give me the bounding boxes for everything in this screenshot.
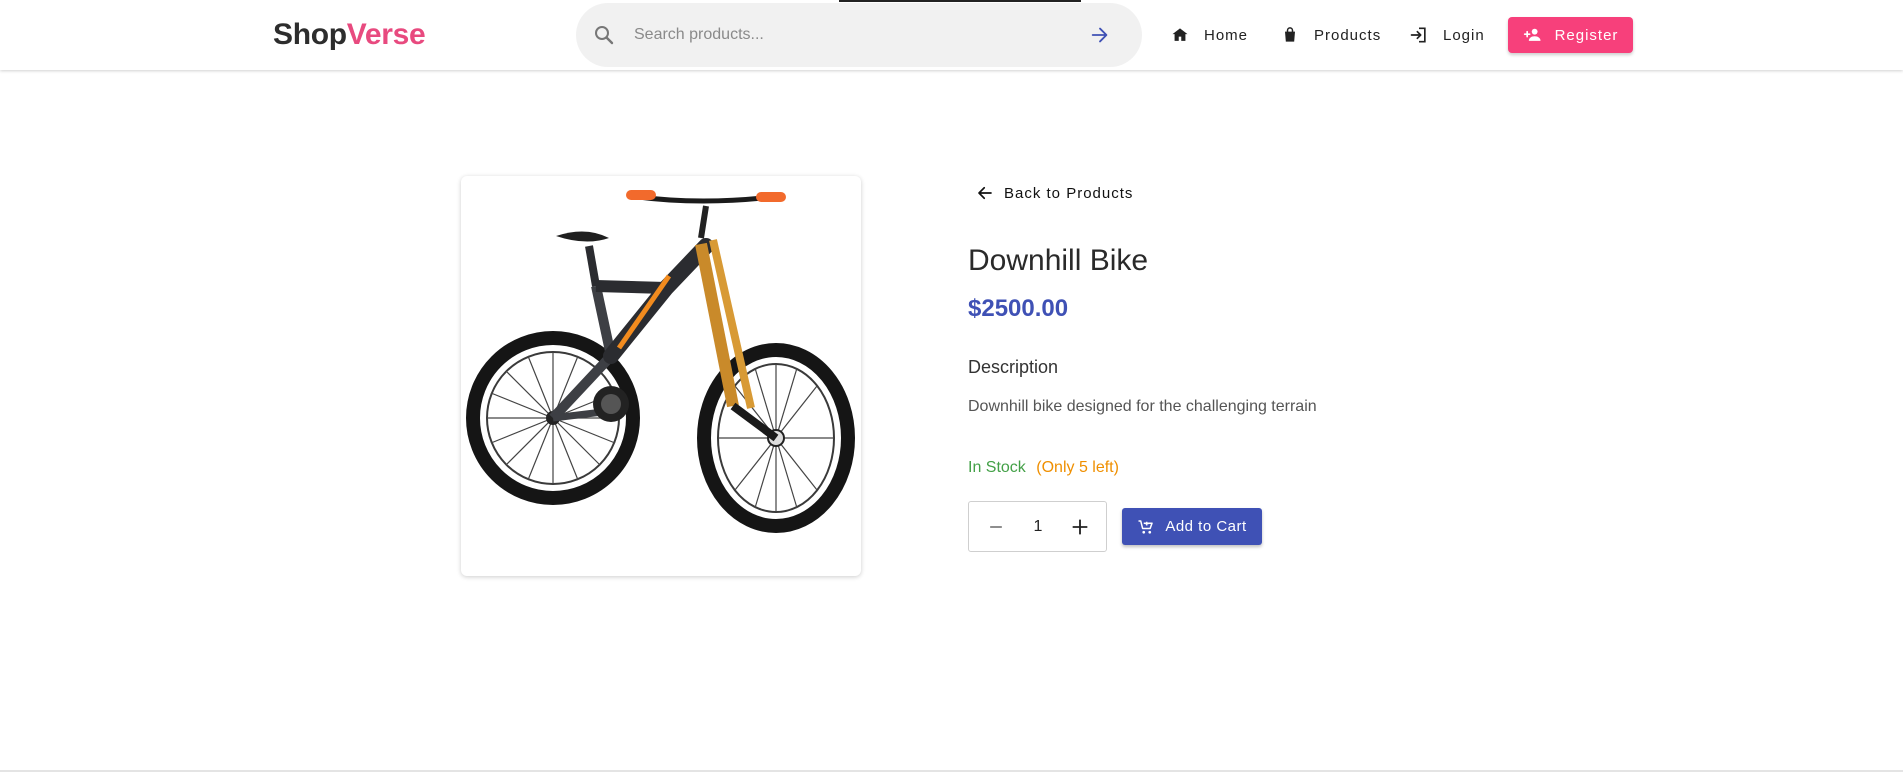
stock-left-label: (Only 5 left) [1036,459,1119,476]
nav-products-link[interactable]: Products [1280,20,1381,50]
search-bar [576,3,1142,67]
quantity-input[interactable] [1017,514,1059,540]
shopping-bag-icon [1285,27,1295,42]
bike-image [466,190,855,533]
add-to-cart-button[interactable]: Add to Cart [1122,508,1262,545]
search-icon [592,23,616,47]
logo-verse: Verse [346,18,426,51]
login-icon [1410,27,1426,43]
nav-login-link[interactable]: Login [1409,20,1485,50]
top-indicator-bar [839,0,1081,2]
register-label: Register [1554,26,1619,44]
increase-quantity-button[interactable] [1067,514,1093,540]
search-input[interactable] [632,3,1072,67]
quantity-stepper [968,501,1107,552]
nav-home-label: Home [1204,26,1249,44]
nav-home-link[interactable]: Home [1170,20,1248,50]
arrow-right-icon [1091,27,1108,43]
nav-login-label: Login [1443,26,1485,44]
product-image [461,176,861,576]
in-stock-label: In Stock [968,459,1026,476]
register-button[interactable]: Register [1508,17,1633,53]
decrease-quantity-button[interactable] [983,514,1009,540]
back-to-products-link[interactable]: Back to Products [976,181,1133,205]
nav-products-label: Products [1314,26,1382,44]
description-text: Downhill bike designed for the challengi… [968,398,1317,415]
add-shopping-cart-icon [1138,519,1154,534]
product-price: $2500.00 [968,295,1069,322]
logo[interactable]: ShopVerse [273,18,426,52]
minus-icon [990,526,1002,528]
back-label: Back to Products [1004,184,1134,202]
add-to-cart-label: Add to Cart [1165,518,1247,535]
person-add-icon [1523,28,1541,41]
plus-icon [1072,519,1088,535]
search-submit-button[interactable] [1086,21,1114,49]
top-navbar: ShopVerse Home Products Login Register [0,0,1903,70]
arrow-left-icon [978,186,992,200]
home-icon [1172,28,1188,41]
logo-shop: Shop [273,18,347,51]
description-heading: Description [968,357,1059,377]
bike-frame [549,190,786,442]
stock-status: In Stock (Only 5 left) [968,459,1119,477]
product-title: Downhill Bike [968,244,1149,277]
